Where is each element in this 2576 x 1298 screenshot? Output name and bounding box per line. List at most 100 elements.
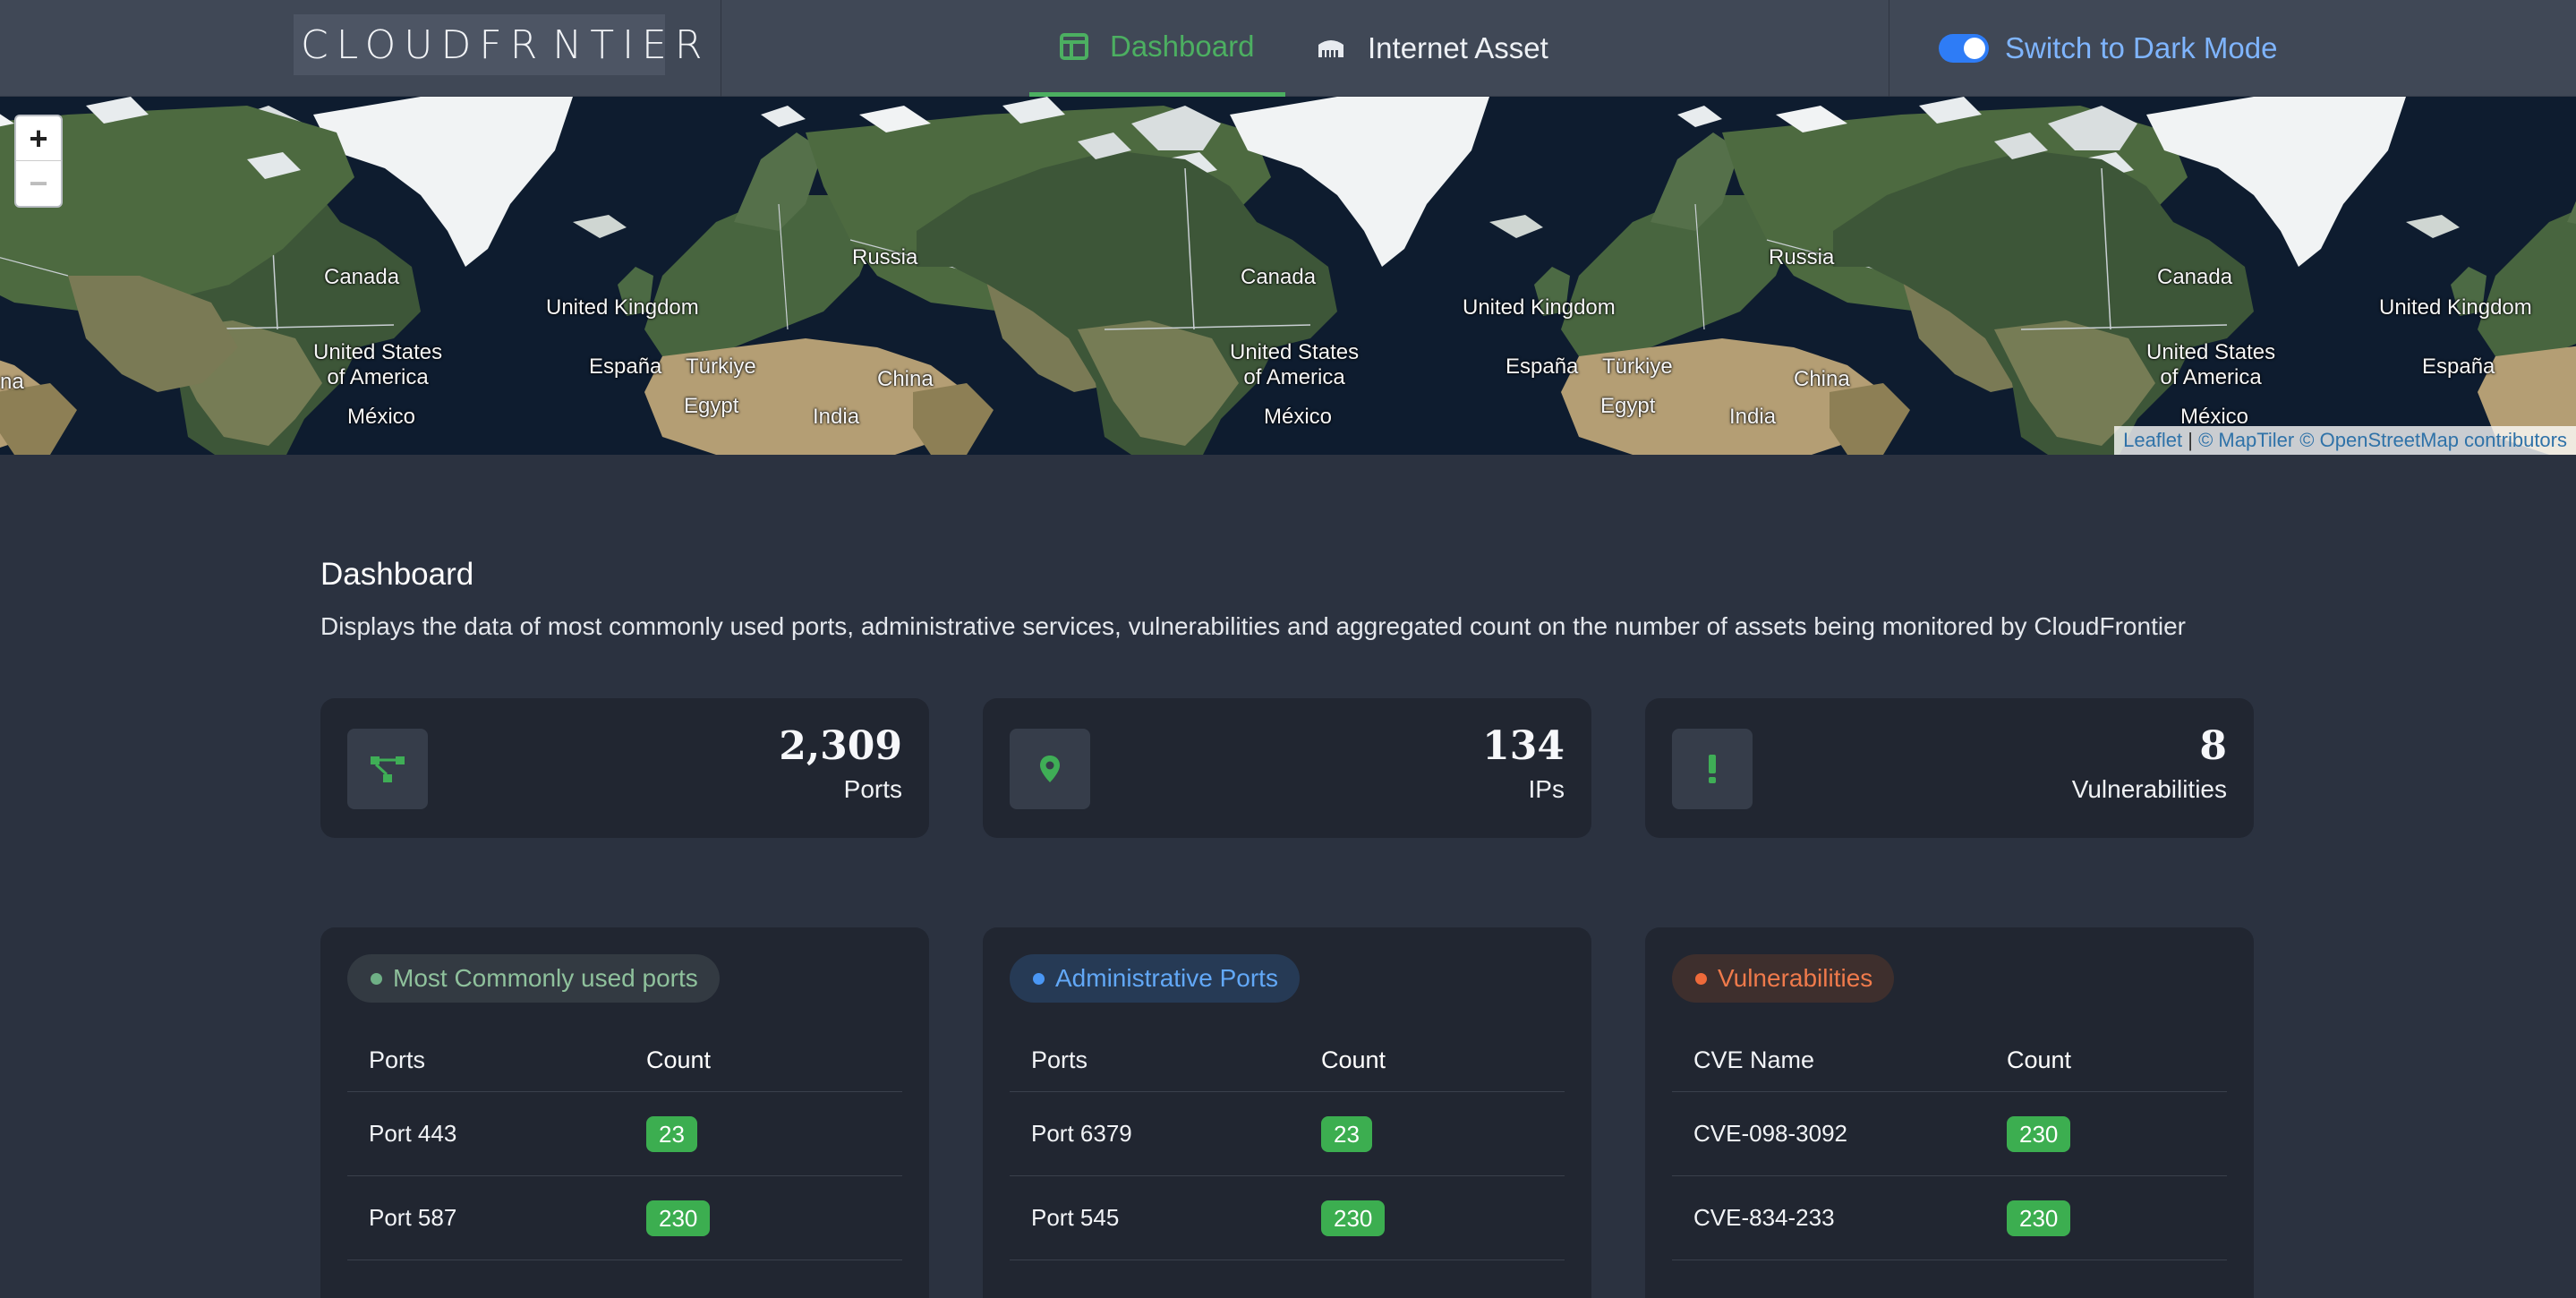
table-row[interactable]: CVE-098-3092 230 — [1672, 1092, 2227, 1176]
column-header-count: Count — [1321, 1046, 1386, 1073]
world-map[interactable]: na Canada Russia United Kingdom United S… — [0, 97, 2576, 455]
status-dot — [1695, 972, 1707, 985]
map-label-usa-line1: United States — [1230, 340, 1360, 364]
cloudfrontier-logo[interactable]: CLOUDFR NTIER — [294, 14, 702, 75]
table-row[interactable]: Port 587 230 — [347, 1176, 902, 1260]
administrative-ports-table: Ports Count Port 6379 23 Port 545 230 — [1010, 1029, 1565, 1260]
map-label-turkiye: Türkiye — [686, 354, 756, 379]
map-label-china: China — [1794, 367, 1850, 391]
map-label-china: China — [877, 367, 934, 391]
nav-tab-dashboard[interactable]: Dashboard — [1029, 0, 1285, 97]
map-label-espana: España — [1506, 354, 1579, 379]
table-row[interactable]: Port 545 230 — [1010, 1176, 1565, 1260]
stat-vulnerabilities-value: 8 — [2199, 723, 2227, 769]
nav-tab-internet-asset[interactable]: Internet Asset — [1316, 0, 1548, 97]
table-row[interactable]: Port 6379 23 — [1010, 1092, 1565, 1176]
logo-text-right: NTIER — [552, 21, 711, 68]
common-ports-badge: Most Commonly used ports — [347, 954, 720, 1003]
common-ports-card: Most Commonly used ports Ports Count Por… — [320, 927, 929, 1298]
map-attribution: Leaflet | © MapTiler © OpenStreetMap con… — [2114, 426, 2576, 455]
administrative-ports-card: Administrative Ports Ports Count Port 63… — [983, 927, 1591, 1298]
map-label-canada: Canada — [1241, 265, 1317, 289]
logo-text-left: CLOUDFR — [301, 21, 546, 68]
stat-ports-label: Ports — [843, 775, 902, 803]
map-label-uk: United Kingdom — [546, 295, 699, 320]
map-label-mexico: México — [347, 405, 416, 429]
map-label-canada: Canada — [2157, 265, 2233, 289]
top-navbar: CLOUDFR NTIER Dashboard Internet Asset S… — [0, 0, 2576, 97]
port-name: Port 545 — [1031, 1204, 1120, 1231]
map-label-egypt: Egypt — [1600, 394, 1656, 418]
nav-tab-dashboard-label: Dashboard — [1110, 29, 1255, 63]
stat-vulnerabilities-label: Vulnerabilities — [2071, 775, 2227, 803]
exclamation-icon — [1672, 729, 1753, 809]
table-row[interactable]: CVE-834-233 230 — [1672, 1176, 2227, 1260]
port-network-icon — [347, 729, 428, 809]
stat-ips-label: IPs — [1528, 775, 1565, 803]
column-header-ports: Ports — [369, 1046, 426, 1073]
dark-mode-toggle[interactable]: Switch to Dark Mode — [1939, 0, 2277, 97]
stat-ips-value: 134 — [1482, 723, 1565, 769]
dark-mode-toggle-label: Switch to Dark Mode — [2005, 31, 2278, 64]
map-label-russia: Russia — [852, 245, 918, 269]
status-dot — [1033, 972, 1045, 985]
count-badge: 230 — [2007, 1200, 2071, 1236]
map-label-usa: United States of America — [313, 340, 442, 390]
vulnerabilities-badge: Vulnerabilities — [1672, 954, 1895, 1003]
column-header-count: Count — [646, 1046, 712, 1073]
table-header: CVE Name Count — [1672, 1029, 2227, 1092]
stat-ports-value: 2,309 — [779, 723, 902, 769]
common-ports-table: Ports Count Port 443 23 Port 587 230 — [347, 1029, 902, 1260]
zoom-in-button[interactable]: + — [16, 116, 61, 161]
stat-card-ports: 2,309 Ports — [320, 698, 929, 838]
map-zoom-control: + − — [14, 115, 63, 208]
nav-tab-internet-asset-label: Internet Asset — [1368, 31, 1548, 64]
map-label-uk: United Kingdom — [1463, 295, 1616, 320]
map-label-egypt: Egypt — [684, 394, 739, 418]
page-title: Dashboard — [320, 557, 474, 592]
network-icon — [1316, 36, 1346, 61]
common-ports-badge-label: Most Commonly used ports — [393, 964, 698, 992]
map-label-edge: na — [0, 370, 24, 394]
column-header-cve-name: CVE Name — [1693, 1046, 1815, 1073]
map-label-usa-line2: of America — [2160, 365, 2262, 389]
tile-attribution-link[interactable]: © MapTiler © OpenStreetMap contributors — [2198, 429, 2567, 452]
port-name: Port 6379 — [1031, 1120, 1132, 1147]
stat-card-vulnerabilities: 8 Vulnerabilities — [1645, 698, 2254, 838]
map-label-turkiye: Türkiye — [1602, 354, 1673, 379]
port-name: Port 587 — [369, 1204, 457, 1231]
vulnerabilities-card: Vulnerabilities CVE Name Count CVE-098-3… — [1645, 927, 2254, 1298]
map-label-usa-line2: of America — [1243, 365, 1345, 389]
map-label-usa-line1: United States — [2146, 340, 2276, 364]
leaflet-link[interactable]: Leaflet — [2123, 429, 2182, 452]
dashboard-icon — [1060, 32, 1088, 60]
page-description: Displays the data of most commonly used … — [320, 612, 2186, 640]
column-header-count: Count — [2007, 1046, 2072, 1073]
toggle-switch[interactable] — [1939, 34, 1989, 63]
map-label-india: India — [813, 405, 860, 429]
status-dot — [371, 972, 382, 985]
location-pin-icon — [1010, 729, 1090, 809]
vulnerabilities-table: CVE Name Count CVE-098-3092 230 CVE-834-… — [1672, 1029, 2227, 1260]
count-badge: 23 — [646, 1115, 697, 1152]
count-badge: 230 — [646, 1200, 711, 1236]
cve-name: CVE-834-233 — [1693, 1204, 1835, 1231]
column-header-ports: Ports — [1031, 1046, 1088, 1073]
zoom-out-button[interactable]: − — [16, 161, 61, 206]
count-badge: 23 — [1321, 1115, 1372, 1152]
administrative-ports-badge: Administrative Ports — [1010, 954, 1300, 1003]
map-label-uk: United Kingdom — [2379, 295, 2532, 320]
map-label-espana: España — [2422, 354, 2495, 379]
map-label-usa: United States of America — [2146, 340, 2275, 390]
port-name: Port 443 — [369, 1120, 457, 1147]
stat-card-ips: 134 IPs — [983, 698, 1591, 838]
map-label-espana: España — [589, 354, 662, 379]
table-header: Ports Count — [1010, 1029, 1565, 1092]
administrative-ports-badge-label: Administrative Ports — [1055, 964, 1278, 992]
map-label-canada: Canada — [324, 265, 400, 289]
map-label-india: India — [1729, 405, 1777, 429]
vulnerabilities-badge-label: Vulnerabilities — [1718, 964, 1873, 992]
table-header: Ports Count — [347, 1029, 902, 1092]
count-badge: 230 — [1321, 1200, 1386, 1236]
table-row[interactable]: Port 443 23 — [347, 1092, 902, 1176]
